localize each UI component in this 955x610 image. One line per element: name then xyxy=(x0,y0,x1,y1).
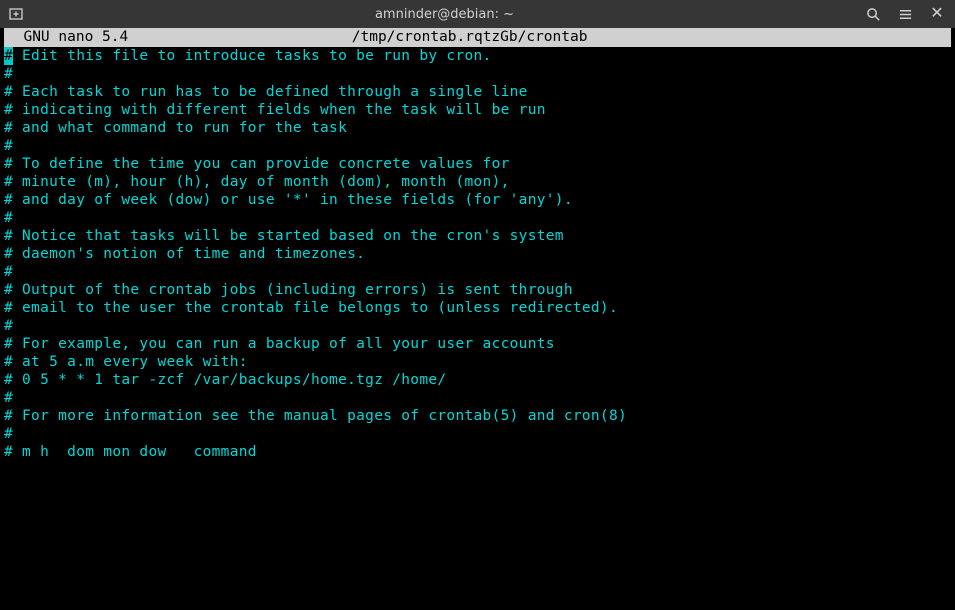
comment-hash: # xyxy=(4,335,13,353)
line-text: indicating with different fields when th… xyxy=(13,101,546,119)
editor-line: # and day of week (dow) or use '*' in th… xyxy=(4,191,951,209)
comment-hash: # xyxy=(4,191,13,209)
comment-hash: # xyxy=(4,119,13,137)
comment-hash: # xyxy=(4,353,13,371)
line-text: minute (m), hour (h), day of month (dom)… xyxy=(13,173,510,191)
line-text: Each task to run has to be defined throu… xyxy=(13,83,528,101)
editor-line: # minute (m), hour (h), day of month (do… xyxy=(4,173,951,191)
new-tab-button[interactable] xyxy=(4,3,30,25)
comment-hash: # xyxy=(4,155,13,173)
comment-hash: # xyxy=(4,299,13,317)
nano-file-path: /tmp/crontab.rqtzGb/crontab xyxy=(128,28,951,47)
comment-hash: # xyxy=(4,389,13,407)
terminal-area[interactable]: GNU nano 5.4 /tmp/crontab.rqtzGb/crontab… xyxy=(4,28,951,461)
editor-line: # and what command to run for the task xyxy=(4,119,951,137)
line-text: Output of the crontab jobs (including er… xyxy=(13,281,573,299)
comment-hash: # xyxy=(4,407,13,425)
comment-hash: # xyxy=(4,281,13,299)
comment-hash: # xyxy=(4,317,13,335)
nano-app-name: GNU nano 5.4 xyxy=(4,28,128,47)
line-text: To define the time you can provide concr… xyxy=(13,155,510,173)
window-titlebar: amninder@debian: ~ ✕ xyxy=(0,0,955,28)
comment-hash: # xyxy=(4,137,13,155)
editor-line: # Output of the crontab jobs (including … xyxy=(4,281,951,299)
comment-hash: # xyxy=(4,83,13,101)
comment-hash: # xyxy=(4,65,13,83)
line-text: email to the user the crontab file belon… xyxy=(13,299,618,317)
close-button[interactable]: ✕ xyxy=(923,2,951,26)
line-text: and what command to run for the task xyxy=(13,119,347,137)
line-text: and day of week (dow) or use '*' in thes… xyxy=(13,191,573,209)
line-text: m h dom mon dow command xyxy=(13,443,257,461)
editor-line: # Notice that tasks will be started base… xyxy=(4,227,951,245)
comment-hash: # xyxy=(4,209,13,227)
editor-line: # xyxy=(4,137,951,155)
search-button[interactable] xyxy=(859,2,887,26)
editor-line: # indicating with different fields when … xyxy=(4,101,951,119)
editor-line: # Each task to run has to be defined thr… xyxy=(4,83,951,101)
editor-content[interactable]: # Edit this file to introduce tasks to b… xyxy=(4,47,951,461)
comment-hash: # xyxy=(4,263,13,281)
editor-line: # xyxy=(4,263,951,281)
editor-line: # daemon's notion of time and timezones. xyxy=(4,245,951,263)
line-text: at 5 a.m every week with: xyxy=(13,353,248,371)
comment-hash: # xyxy=(4,227,13,245)
comment-hash: # xyxy=(4,173,13,191)
editor-line: # xyxy=(4,65,951,83)
editor-line: # xyxy=(4,425,951,443)
editor-line: # xyxy=(4,389,951,407)
comment-hash: # xyxy=(4,245,13,263)
editor-line: # m h dom mon dow command xyxy=(4,443,951,461)
nano-header: GNU nano 5.4 /tmp/crontab.rqtzGb/crontab xyxy=(4,28,951,47)
line-text: 0 5 * * 1 tar -zcf /var/backups/home.tgz… xyxy=(13,371,446,389)
comment-hash: # xyxy=(4,425,13,443)
editor-line: # For more information see the manual pa… xyxy=(4,407,951,425)
comment-hash: # xyxy=(4,443,13,461)
editor-line: # email to the user the crontab file bel… xyxy=(4,299,951,317)
hamburger-menu-button[interactable] xyxy=(891,2,919,26)
editor-line: # xyxy=(4,317,951,335)
titlebar-right: ✕ xyxy=(859,2,951,26)
line-text: Notice that tasks will be started based … xyxy=(13,227,564,245)
editor-line: # To define the time you can provide con… xyxy=(4,155,951,173)
editor-line: # Edit this file to introduce tasks to b… xyxy=(4,47,951,65)
editor-line: # at 5 a.m every week with: xyxy=(4,353,951,371)
cursor: # xyxy=(4,47,13,65)
comment-hash: # xyxy=(4,371,13,389)
line-text: For example, you can run a backup of all… xyxy=(13,335,555,353)
editor-line: # For example, you can run a backup of a… xyxy=(4,335,951,353)
editor-line: # xyxy=(4,209,951,227)
line-text: daemon's notion of time and timezones. xyxy=(13,245,365,263)
line-text: Edit this file to introduce tasks to be … xyxy=(13,47,492,65)
titlebar-left xyxy=(4,3,30,25)
comment-hash: # xyxy=(4,101,13,119)
editor-line: # 0 5 * * 1 tar -zcf /var/backups/home.t… xyxy=(4,371,951,389)
window-title: amninder@debian: ~ xyxy=(30,7,859,22)
line-text: For more information see the manual page… xyxy=(13,407,627,425)
